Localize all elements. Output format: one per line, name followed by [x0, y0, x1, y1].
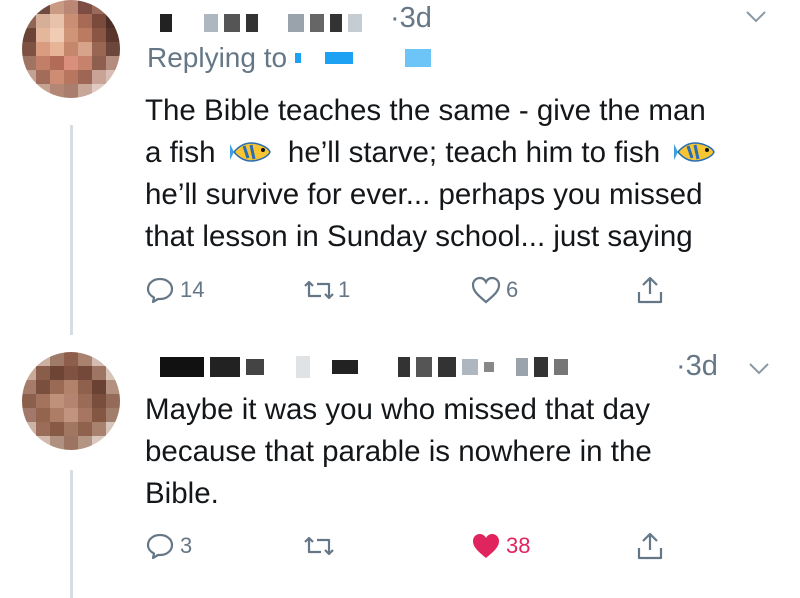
share-button[interactable]	[634, 274, 666, 306]
tweet-line: that lesson in Sunday school... just say…	[145, 220, 693, 253]
like-button[interactable]: 6	[470, 274, 518, 306]
share-icon	[637, 532, 663, 560]
reply-icon	[146, 277, 174, 304]
tweet-line: Bible.	[145, 477, 219, 510]
tropical-fish-icon	[229, 142, 271, 162]
tweet-line: Maybe it was you who missed that day	[145, 393, 651, 426]
retweet-count: 1	[338, 277, 351, 302]
tropical-fish-icon	[674, 142, 716, 162]
tweet-actions: 14 1 6	[140, 274, 680, 310]
tweet-actions: 3 38	[140, 530, 680, 566]
share-button[interactable]	[634, 530, 666, 562]
chevron-down-icon[interactable]	[745, 10, 767, 24]
share-icon	[637, 276, 663, 304]
tweet-text-fragment: he’ll starve; teach him to fish	[287, 136, 661, 169]
reply-count: 3	[180, 533, 193, 558]
thread-connector-line	[70, 125, 73, 335]
tweet-timestamp[interactable]: ·3d	[676, 350, 718, 383]
reply-icon	[146, 533, 174, 560]
redacted-display-name	[160, 356, 568, 378]
tweet-body: The Bible teaches the same - give the ma…	[145, 90, 724, 258]
reply-button[interactable]: 14	[144, 274, 204, 306]
redacted-display-name	[160, 14, 362, 32]
replying-to-label: Replying to	[147, 42, 288, 73]
heart-filled-icon	[473, 534, 499, 558]
like-button[interactable]: 38	[470, 530, 530, 562]
tweet-line: because that parable is nowhere in the	[145, 435, 652, 468]
chevron-down-icon[interactable]	[748, 362, 770, 376]
avatar[interactable]	[22, 0, 120, 98]
tweet-text-fragment: a fish	[145, 136, 216, 169]
replying-to-mention[interactable]	[295, 49, 432, 67]
retweet-button[interactable]	[300, 530, 338, 562]
retweet-icon	[304, 536, 334, 556]
heart-icon	[471, 276, 501, 304]
retweet-button[interactable]: 1	[300, 274, 350, 306]
thread-connector-line	[70, 470, 73, 598]
reply-count: 14	[180, 277, 205, 302]
tweet-body: Maybe it was you who missed that day bec…	[145, 389, 652, 515]
tweet-line: a fish he’ll starve; teach him to fish	[145, 132, 724, 174]
like-count: 38	[506, 533, 531, 558]
reply-button[interactable]: 3	[144, 530, 192, 562]
tweet-line: he’ll survive for ever... perhaps you mi…	[145, 178, 703, 211]
tweet-timestamp[interactable]: ·3d	[390, 2, 432, 35]
avatar[interactable]	[22, 352, 120, 450]
tweet-line: The Bible teaches the same - give the ma…	[145, 94, 706, 127]
replying-to-line: Replying to	[147, 42, 432, 74]
like-count: 6	[506, 277, 519, 302]
retweet-icon	[304, 280, 334, 300]
